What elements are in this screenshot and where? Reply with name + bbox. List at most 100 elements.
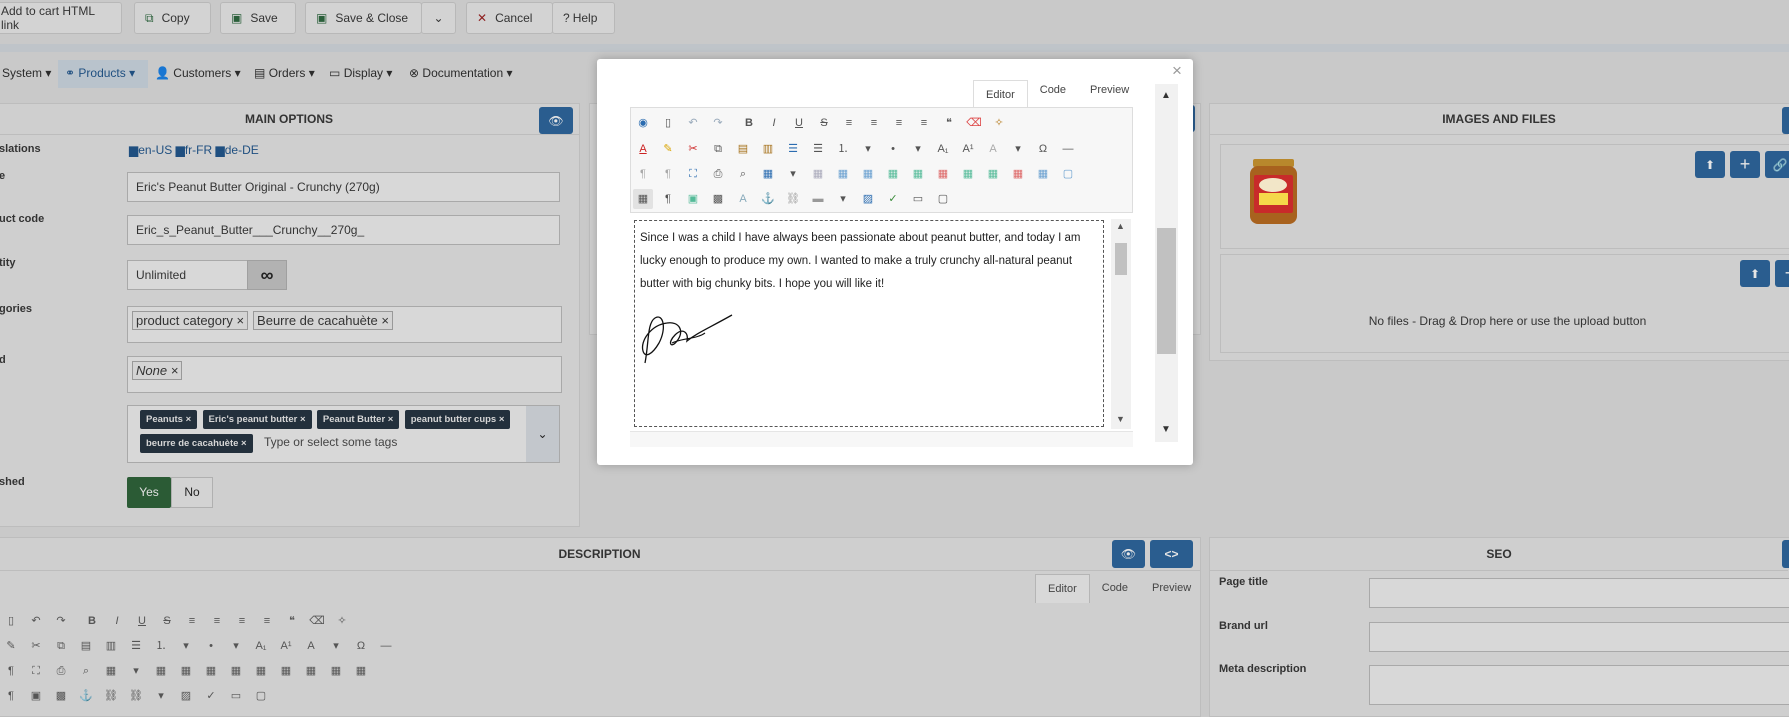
spellcheck-icon[interactable]: ✓ (201, 686, 221, 706)
tag-chip[interactable]: peanut butter cups × (404, 410, 511, 429)
unordered-list-icon[interactable]: • (201, 636, 221, 656)
fullscreen-icon[interactable]: ⛶ (683, 164, 703, 184)
format-dropdown-icon[interactable]: ▾ (326, 636, 346, 656)
unlink-icon[interactable]: ⛓ (101, 686, 121, 706)
new-doc-icon[interactable]: ▯ (658, 113, 678, 133)
meta-description-input[interactable] (1369, 665, 1789, 705)
description-preview-button[interactable]: 👁 (1112, 540, 1145, 568)
format-dropdown-icon[interactable]: ▾ (1008, 139, 1028, 159)
modal-scroll-down-arrow[interactable]: ▼ (1161, 424, 1171, 435)
hr-icon[interactable]: — (376, 636, 396, 656)
modal-scrollbar[interactable]: ▲ ▼ (1155, 84, 1178, 442)
modal-tab-code[interactable]: Code (1028, 80, 1078, 109)
template-icon[interactable]: ▣ (26, 686, 46, 706)
align-left-icon[interactable]: ≡ (889, 113, 909, 133)
add-file-button[interactable]: + (1775, 260, 1789, 287)
unordered-list-icon[interactable]: • (883, 139, 903, 159)
link-icon[interactable]: ▬ (808, 189, 828, 209)
table-delete-icon[interactable]: ▦ (933, 164, 953, 184)
format-icon[interactable]: A (983, 139, 1003, 159)
tab-editor[interactable]: Editor (1035, 574, 1090, 603)
underline-icon[interactable]: U (789, 113, 809, 133)
tag-chip[interactable]: Peanuts × (140, 410, 198, 429)
table-more-icon[interactable]: ▦ (351, 661, 371, 681)
table-props-icon[interactable]: ▦ (1033, 164, 1053, 184)
table-split-icon[interactable]: ▦ (251, 661, 271, 681)
menu-orders[interactable]: ▤ Orders ▾ (254, 66, 315, 80)
link-dropdown-icon[interactable]: ▾ (833, 189, 853, 209)
image-icon[interactable]: ▩ (51, 686, 71, 706)
list-dropdown-icon[interactable]: ▾ (226, 636, 246, 656)
unlink-icon[interactable]: ⛓ (783, 189, 803, 209)
save-options-dropdown[interactable]: ⌄ (421, 2, 456, 34)
pagebreak-icon[interactable]: ▭ (908, 189, 928, 209)
highlight-icon[interactable]: ✎ (1, 636, 21, 656)
center-icon[interactable]: ≡ (864, 113, 884, 133)
table-merge-icon[interactable]: ▦ (226, 661, 246, 681)
paragraph-icon[interactable]: ¶ (658, 189, 678, 209)
quantity-input[interactable]: Unlimited (127, 260, 248, 290)
media-icon[interactable]: ▨ (858, 189, 878, 209)
print-icon[interactable]: ⎙ (51, 661, 71, 681)
format-icon[interactable]: A (301, 636, 321, 656)
ordered-list-icon[interactable]: ⒈ (151, 636, 171, 656)
superscript-icon[interactable]: A¹ (276, 636, 296, 656)
category-chip[interactable]: Beurre de cacahuète × (253, 311, 393, 330)
paste-text-icon[interactable]: ▥ (758, 139, 778, 159)
eraser-icon[interactable]: ⌫ (964, 113, 984, 133)
table-dropdown-icon[interactable]: ▾ (783, 164, 803, 184)
manufacturer-chip[interactable]: None × (132, 361, 183, 380)
modal-scroll-up-arrow[interactable]: ▲ (1161, 90, 1171, 101)
copy-button[interactable]: ⧉ Copy (134, 2, 211, 34)
product-code-input[interactable]: Eric_s_Peanut_Butter___Crunchy__270g_ (127, 215, 560, 245)
strike-icon[interactable]: S (157, 611, 177, 631)
blockquote-icon[interactable]: ❝ (282, 611, 302, 631)
bold-icon[interactable]: B (739, 113, 759, 133)
tags-select[interactable]: Peanuts × Eric's peanut butter × Peanut … (127, 405, 560, 463)
table-props-icon[interactable]: ▦ (301, 661, 321, 681)
lang-de-de[interactable]: de-DE (225, 143, 259, 157)
tag-chip[interactable]: beurre de cacahuète × (140, 434, 253, 453)
menu-system[interactable]: System ▾ (2, 66, 51, 80)
redo-icon[interactable]: ↷ (51, 611, 71, 631)
tab-preview[interactable]: Preview (1140, 574, 1203, 603)
table-cell-icon[interactable]: ▦ (808, 164, 828, 184)
menu-documentation[interactable]: ⊗ Documentation ▾ (409, 66, 512, 80)
brand-url-input[interactable] (1369, 622, 1789, 652)
published-no-button[interactable]: No (171, 477, 213, 508)
cancel-button[interactable]: ✕ Cancel (466, 2, 553, 34)
iframe-icon[interactable]: ▢ (251, 686, 271, 706)
published-yes-button[interactable]: Yes (127, 477, 171, 508)
ltr-icon[interactable]: ¶ (633, 164, 653, 184)
link-dropdown-icon[interactable]: ▾ (151, 686, 171, 706)
modal-tab-preview[interactable]: Preview (1078, 80, 1141, 109)
paragraph-icon[interactable]: ¶ (1, 686, 21, 706)
product-image[interactable] (1247, 157, 1300, 227)
justify-icon[interactable]: ≡ (182, 611, 202, 631)
description-code-button[interactable]: <> (1150, 540, 1193, 568)
print-icon[interactable]: ⎙ (708, 164, 728, 184)
scroll-down-arrow[interactable]: ▼ (1116, 414, 1125, 424)
cut-icon[interactable]: ✂ (26, 636, 46, 656)
underline-icon[interactable]: U (132, 611, 152, 631)
menu-display[interactable]: ▭ Display ▾ (329, 66, 392, 80)
eraser-icon[interactable]: ⌫ (307, 611, 327, 631)
modal-close-button[interactable]: × (1172, 61, 1182, 81)
list-dropdown-icon[interactable]: ▾ (858, 139, 878, 159)
font-color-icon[interactable]: A (633, 139, 653, 159)
table-insert-icon[interactable]: ▦ (958, 164, 978, 184)
redo-icon[interactable]: ↷ (708, 113, 728, 133)
tag-chip[interactable]: Peanut Butter × (316, 410, 400, 429)
seo-header-button[interactable] (1782, 540, 1789, 568)
new-doc-icon[interactable]: ▯ (1, 611, 21, 631)
special-char-icon[interactable]: Ω (1033, 139, 1053, 159)
italic-icon[interactable]: I (107, 611, 127, 631)
modal-tab-editor[interactable]: Editor (973, 80, 1028, 109)
table-col-icon[interactable]: ▦ (858, 164, 878, 184)
bold-icon[interactable]: B (82, 611, 102, 631)
manufacturer-select[interactable]: None × (127, 356, 562, 393)
subscript-icon[interactable]: A₁ (251, 636, 271, 656)
table-delete-icon[interactable]: ▦ (276, 661, 296, 681)
blockquote-icon[interactable]: ❝ (939, 113, 959, 133)
scroll-up-arrow[interactable]: ▲ (1116, 221, 1125, 231)
